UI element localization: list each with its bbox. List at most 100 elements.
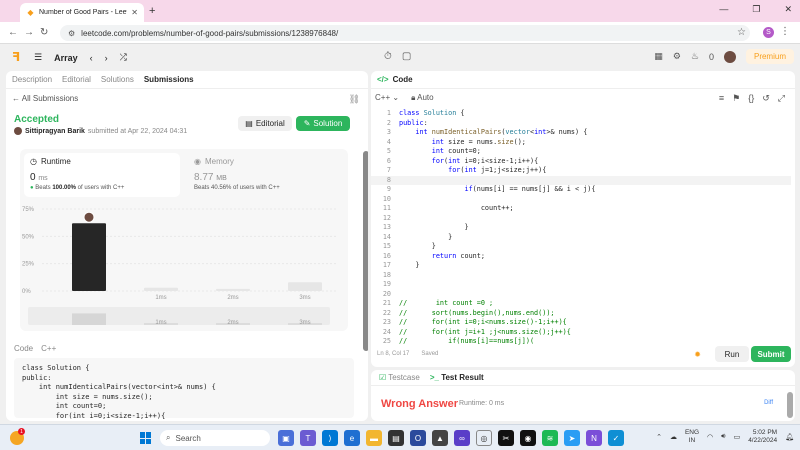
code-line[interactable]: 22// sort(nums.begin(),nums.end()); [371,309,791,319]
volume-icon[interactable]: 🔊︎ [721,433,725,441]
code-line[interactable]: 2 public: [371,119,791,129]
minimize-icon[interactable]: — [719,4,728,15]
code-line[interactable]: 12 [371,214,791,224]
editorial-button[interactable]: ▤ Editorial [238,116,292,131]
tab-test-result[interactable]: >_ Test Result [430,373,484,382]
all-submissions-link[interactable]: ← All Submissions [12,94,78,103]
tab-solutions[interactable]: Solutions [101,75,134,84]
code-line[interactable]: 4 int size = nums.size(); [371,138,791,148]
problem-list-label[interactable]: Array [54,53,78,63]
new-tab-icon[interactable]: + [149,5,155,17]
code-line[interactable]: 24// for(int j=i+1 ;j<nums.size();j++){ [371,328,791,338]
code-line[interactable]: 7 for(int j=1;j<size;j++){ [371,166,791,176]
chevron-up-icon[interactable]: ⌃ [656,433,662,441]
code-line[interactable]: 18 [371,271,791,281]
chart-bar[interactable] [144,287,178,291]
language-indicator[interactable]: ENG IN [685,429,699,445]
code-line[interactable]: 6 for(int i=0;i<size-1;i++){ [371,157,791,167]
bookmark-icon[interactable]: ⚑ [732,93,740,104]
tab-description[interactable]: Description [12,75,52,84]
bookmark-star-icon[interactable]: ☆ [737,27,746,38]
site-info-icon[interactable]: ⚙ [68,29,75,38]
code-line[interactable]: 20 [371,290,791,300]
code-line[interactable]: 15 } [371,242,791,252]
shuffle-icon[interactable]: ⤮ [120,52,127,63]
vscode-icon[interactable]: ⟩ [322,430,338,446]
code-line[interactable]: 8 [371,175,791,185]
language-select[interactable]: C++ ⌄ [375,93,399,103]
memory-card[interactable]: ◉ Memory 8.77 MB Beats 40.56% of users wi… [188,153,344,197]
notes-icon[interactable]: ▢ [402,51,411,62]
store-icon[interactable]: ▤ [388,430,404,446]
file-explorer-icon[interactable]: ▬ [366,430,382,446]
run-button[interactable]: Run [715,346,749,362]
left-scrollbar[interactable] [363,151,368,351]
leetcode-logo-icon[interactable]: ꟻ [12,50,20,64]
chart-bar[interactable] [288,282,322,291]
code-line[interactable]: 11 count++; [371,204,791,214]
runtime-card[interactable]: ◷ Runtime 0 ms ● Beats 100.00% of users w… [24,153,180,197]
browser-menu-icon[interactable]: ⋮ [780,26,790,37]
code-line[interactable]: 5 int count=0; [371,147,791,157]
reload-icon[interactable]: ↻ [40,27,48,38]
start-menu-icon[interactable] [140,432,152,444]
code-line[interactable]: 13 } [371,223,791,233]
layout-icon[interactable]: ▦ [654,51,663,62]
submit-button[interactable]: Submit [751,346,791,362]
diff-toggle[interactable]: Diff [764,400,773,406]
code-line[interactable]: 21// int count =0 ; [371,299,791,309]
code-line[interactable]: 9 if(nums[i] == nums[j] && i < j){ [371,185,791,195]
url-field[interactable]: ⚙ leetcode.com/problems/number-of-good-p… [60,25,750,41]
profile-avatar[interactable]: S [763,27,774,38]
maximize-icon[interactable]: ❐ [752,4,760,15]
auto-mode[interactable]: 🔒︎ Auto [411,93,434,103]
task-view-icon[interactable]: ▣ [278,430,294,446]
snipping-icon[interactable]: ✓ [608,430,624,446]
forward-icon[interactable]: → [24,27,34,38]
app-icon[interactable]: ▲ [432,430,448,446]
teams-icon[interactable]: T [300,430,316,446]
chart-bar[interactable] [216,288,250,291]
timer-icon[interactable]: ⏱ [384,51,392,62]
code-line[interactable]: 17 } [371,261,791,271]
tab-editorial[interactable]: Editorial [62,75,91,84]
result-scrollbar[interactable] [787,392,793,418]
list-icon[interactable]: ☰ [34,52,42,63]
back-icon[interactable]: ← [8,27,18,38]
tab-testcase[interactable]: ☑ Testcase [379,373,420,382]
cloud-icon[interactable]: ☁ [670,433,677,441]
browser-tab[interactable]: ◆ Number of Good Pairs - LeetC ✕ [20,3,144,22]
taskbar-search[interactable]: ⌕ Search [160,430,270,446]
telegram-icon[interactable]: ➤ [564,430,580,446]
username[interactable]: Sittipragyan Barik [25,128,85,135]
hint-bulb-icon[interactable]: ✹ [694,350,701,359]
battery-icon[interactable]: ▭ [734,433,741,441]
fullscreen-icon[interactable]: ⤢ [778,93,785,104]
spotify-icon[interactable]: ≋ [542,430,558,446]
tab-submissions[interactable]: Submissions [144,75,194,84]
code-editor[interactable]: 1 class Solution {2 public: 3 int numIdenti… [371,109,795,345]
braces-icon[interactable]: {} [748,93,754,104]
close-window-icon[interactable]: ✕ [784,4,792,15]
close-tab-icon[interactable]: ✕ [131,8,138,17]
clock[interactable]: 5:02 PM 4/22/2024 [748,429,777,445]
user-avatar[interactable] [723,50,736,63]
prev-problem-icon[interactable]: ‹ [90,53,93,63]
code-line[interactable]: 10 [371,195,791,205]
settings-icon[interactable]: ⚙ [673,51,681,62]
next-problem-icon[interactable]: › [105,53,108,63]
share-link-icon[interactable]: ⛓ [349,94,360,105]
capcut-icon[interactable]: ✂ [498,430,514,446]
format-icon[interactable]: ≡ [719,93,724,104]
code-line[interactable]: 3 int numIdenticalPairs(vector<int>& num… [371,128,791,138]
chrome-icon[interactable]: ◎ [476,430,492,446]
chart-bar[interactable] [72,223,106,291]
streak-icon[interactable]: ♨ [691,51,699,62]
edge-icon[interactable]: e [344,430,360,446]
code-line[interactable]: 16 return count; [371,252,791,262]
wifi-icon[interactable]: ◠ [707,433,713,441]
onenote-icon[interactable]: N [586,430,602,446]
notification-bell-icon[interactable]: 🔔︎ [785,433,794,441]
code-line[interactable]: 1 class Solution { [371,109,791,119]
code-line[interactable]: 14 } [371,233,791,243]
